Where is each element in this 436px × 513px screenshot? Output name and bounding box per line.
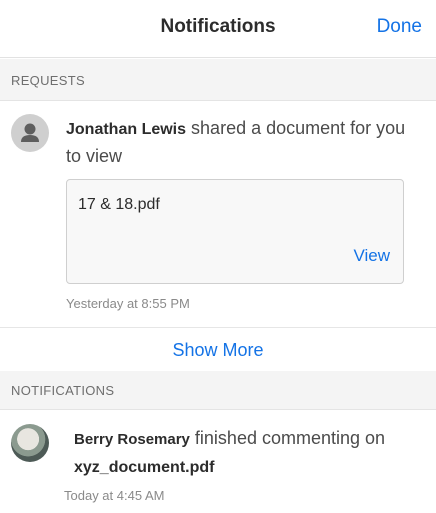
notification-action-text: finished commenting on <box>194 428 386 448</box>
notification-timestamp: Today at 4:45 AM <box>64 488 165 503</box>
notification-message: Berry Rosemary finished commenting on xy… <box>74 425 424 481</box>
view-button[interactable]: View <box>353 246 390 266</box>
requests-section-label: REQUESTS <box>11 73 85 88</box>
person-icon <box>21 123 39 142</box>
shared-file-name: 17 & 18.pdf <box>78 196 160 213</box>
notifications-section-header: NOTIFICATIONS <box>0 371 436 410</box>
shared-file-card[interactable]: 17 & 18.pdf View <box>66 179 404 284</box>
request-message: Jonathan Lewis shared a document for you… <box>66 115 416 169</box>
requests-section-header: REQUESTS <box>0 59 436 101</box>
done-button[interactable]: Done <box>377 16 422 38</box>
show-more-button[interactable]: Show More <box>0 340 436 361</box>
request-user-name: Jonathan Lewis <box>66 121 187 138</box>
notifications-section-label: NOTIFICATIONS <box>11 383 115 398</box>
user-avatar-photo <box>11 424 49 462</box>
navigation-bar: Notifications Done <box>0 0 436 58</box>
user-avatar <box>11 114 49 152</box>
notification-document-name: xyz_document.pdf <box>74 459 215 476</box>
notification-user-name: Berry Rosemary <box>74 431 190 448</box>
show-more-row: Show More <box>0 327 436 371</box>
request-timestamp: Yesterday at 8:55 PM <box>66 296 190 311</box>
page-title: Notifications <box>160 16 276 37</box>
